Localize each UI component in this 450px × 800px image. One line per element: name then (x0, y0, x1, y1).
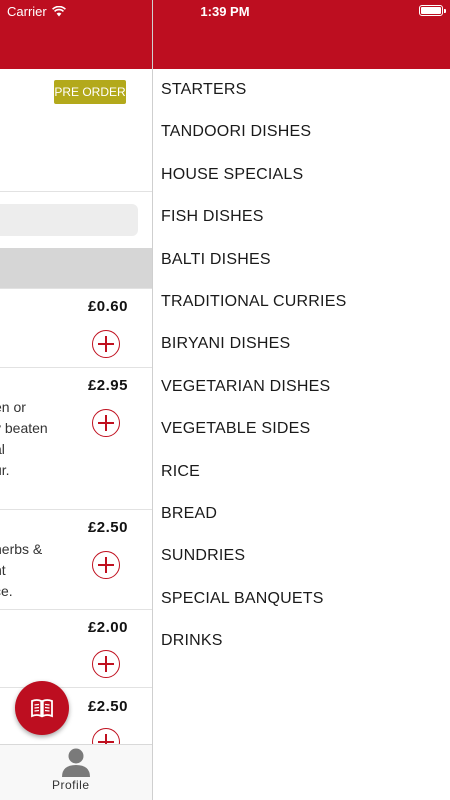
category-item-drinks[interactable]: DRINKS (161, 620, 446, 662)
item-price: £2.00 (87, 619, 128, 636)
drawer-divider (152, 0, 153, 800)
category-item-fish-dishes[interactable]: FISH DISHES (161, 196, 446, 238)
preorder-badge[interactable]: PRE ORDER (54, 80, 126, 104)
item-price: £0.60 (87, 298, 128, 315)
divider (0, 509, 152, 510)
item-description-line: al (0, 441, 5, 457)
profile-icon (62, 748, 90, 777)
add-to-order-button[interactable] (92, 330, 120, 358)
tab-bar: Profile (0, 744, 152, 800)
category-header (0, 248, 152, 288)
category-item-rice[interactable]: RICE (161, 451, 446, 493)
item-description-line: herbs & (0, 541, 43, 557)
item-description-line: ur. (0, 462, 10, 478)
category-item-starters[interactable]: STARTERS (161, 69, 446, 111)
category-item-special-banquets[interactable]: SPECIAL BANQUETS (161, 578, 446, 620)
menu-fab-button[interactable] (15, 681, 69, 735)
category-item-tandoori-dishes[interactable]: TANDOORI DISHES (161, 111, 446, 153)
status-bar: Carrier 1:39 PM (0, 0, 450, 24)
divider (0, 288, 152, 289)
category-item-house-specials[interactable]: HOUSE SPECIALS (161, 154, 446, 196)
search-input[interactable] (0, 204, 138, 236)
divider (0, 367, 152, 368)
tab-profile-label: Profile (52, 778, 90, 792)
clock: 1:39 PM (200, 4, 250, 19)
category-item-bread[interactable]: BREAD (161, 493, 446, 535)
item-price: £2.50 (87, 519, 128, 536)
category-item-vegetable-sides[interactable]: VEGETABLE SIDES (161, 408, 446, 450)
category-item-balti-dishes[interactable]: BALTI DISHES (161, 239, 446, 281)
category-item-vegetarian-dishes[interactable]: VEGETARIAN DISHES (161, 366, 446, 408)
category-item-traditional-curries[interactable]: TRADITIONAL CURRIES (161, 281, 446, 323)
category-item-sundries[interactable]: SUNDRIES (161, 535, 446, 577)
divider (0, 609, 152, 610)
item-description-line: ce. (0, 583, 13, 599)
category-drawer: STARTERS TANDOORI DISHES HOUSE SPECIALS … (153, 0, 450, 800)
menu-screen: PRE ORDER £0.60 £2.95 en or y beaten al … (0, 0, 152, 800)
item-price: £2.50 (87, 698, 128, 715)
category-item-biryani-dishes[interactable]: BIRYANI DISHES (161, 323, 446, 365)
item-description-line: y beaten (0, 420, 48, 436)
menu-book-icon (31, 699, 53, 718)
add-to-order-button[interactable] (92, 650, 120, 678)
battery-icon (419, 5, 446, 16)
item-description-line: nt (0, 562, 6, 578)
item-description-line: en or (0, 399, 26, 415)
divider (0, 191, 152, 192)
category-list: STARTERS TANDOORI DISHES HOUSE SPECIALS … (161, 69, 446, 662)
item-price: £2.95 (87, 377, 128, 394)
